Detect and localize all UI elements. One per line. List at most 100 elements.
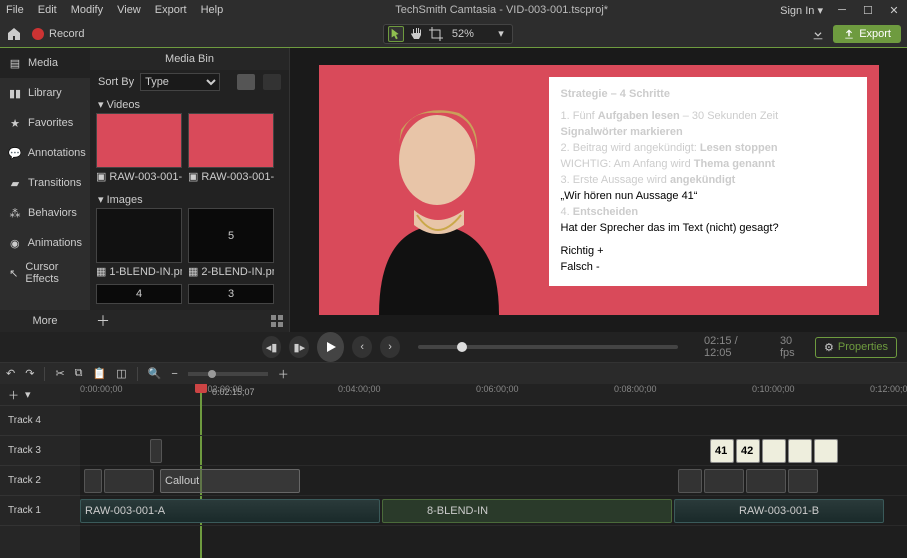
media-item[interactable]: 4 — [96, 284, 182, 304]
volume-slider[interactable] — [418, 345, 678, 349]
tab-media[interactable]: ▤Media — [0, 48, 90, 78]
timeline-clip[interactable] — [104, 469, 154, 493]
cut-icon[interactable]: ✂ — [55, 367, 64, 380]
minimize-icon[interactable]: ─ — [835, 3, 849, 17]
gear-icon: ⚙ — [824, 341, 834, 354]
timeline-clip[interactable] — [84, 469, 102, 493]
slide-card: Strategie – 4 Schritte 1. Fünf Aufgaben … — [549, 65, 879, 315]
menu-view[interactable]: View — [117, 4, 141, 16]
window-title: TechSmith Camtasia - VID-003-001.tscproj… — [395, 4, 608, 16]
view-list-icon[interactable] — [237, 74, 255, 90]
track-4[interactable] — [80, 406, 907, 436]
hand-tool-icon[interactable] — [408, 26, 424, 42]
timeline-clip[interactable] — [704, 469, 744, 493]
canvas-zoom[interactable]: 52%▾ — [448, 27, 508, 40]
media-bin-title: Media Bin — [90, 48, 289, 70]
selection-tool-icon[interactable] — [388, 26, 404, 42]
media-item[interactable]: ▦1-BLEND-IN.png — [96, 208, 182, 278]
library-icon: ▮▮ — [8, 86, 22, 100]
image-icon: ▦ — [188, 265, 198, 278]
download-icon[interactable] — [811, 27, 825, 41]
step-back-button[interactable]: ‹ — [352, 336, 372, 358]
timeline-clip[interactable]: RAW-003-001-A — [80, 499, 380, 523]
timeline-zoom-slider[interactable] — [188, 372, 268, 376]
step-fwd-button[interactable]: › — [380, 336, 400, 358]
side-tabs: ▤Media ▮▮Library ★Favorites 💬Annotations… — [0, 48, 90, 332]
timeline-clip[interactable] — [746, 469, 786, 493]
timeline-clip[interactable]: 42 — [736, 439, 760, 463]
tab-library[interactable]: ▮▮Library — [0, 78, 90, 108]
redo-icon[interactable]: ↷ — [25, 367, 34, 380]
menu-modify[interactable]: Modify — [71, 4, 103, 16]
track-3[interactable]: 41 42 — [80, 436, 907, 466]
track-label[interactable]: Track 3 — [0, 436, 80, 466]
menu-file[interactable]: File — [6, 4, 24, 16]
track-label[interactable]: Track 2 — [0, 466, 80, 496]
timeline-clip[interactable] — [788, 439, 812, 463]
track-label[interactable]: Track 1 — [0, 496, 80, 526]
tab-annotations[interactable]: 💬Annotations — [0, 138, 90, 168]
track-label[interactable]: Track 4 — [0, 406, 80, 436]
timeline-clip[interactable] — [678, 469, 702, 493]
main-area: ▤Media ▮▮Library ★Favorites 💬Annotations… — [0, 48, 907, 332]
next-frame-button[interactable]: ▮▸ — [289, 336, 309, 358]
timeline: ＋▾ Track 4 Track 3 Track 2 Track 1 0:00:… — [0, 384, 907, 558]
record-button[interactable]: Record — [32, 28, 84, 40]
menu-export[interactable]: Export — [155, 4, 187, 16]
maximize-icon[interactable]: ☐ — [861, 3, 875, 17]
copy-icon[interactable]: ⧉ — [75, 367, 83, 380]
view-grid-icon[interactable] — [263, 74, 281, 90]
cursor-icon: ↖ — [8, 266, 19, 280]
tab-cursor-effects[interactable]: ↖Cursor Effects — [0, 258, 90, 288]
fps-display: 30 fps — [780, 335, 807, 359]
menu-edit[interactable]: Edit — [38, 4, 57, 16]
play-button[interactable] — [317, 332, 344, 362]
undo-icon[interactable]: ↶ — [6, 367, 15, 380]
star-icon: ★ — [8, 116, 22, 130]
callout-clip[interactable]: Callout — [160, 469, 300, 493]
timeline-clip[interactable] — [150, 439, 162, 463]
record-label: Record — [49, 28, 84, 40]
tab-behaviors[interactable]: ⁂Behaviors — [0, 198, 90, 228]
tab-favorites[interactable]: ★Favorites — [0, 108, 90, 138]
tab-animations[interactable]: ◉Animations — [0, 228, 90, 258]
tabs-more[interactable]: More — [0, 310, 90, 332]
behaviors-icon: ⁂ — [8, 206, 22, 220]
tab-transitions[interactable]: ▰Transitions — [0, 168, 90, 198]
media-item[interactable]: ▣RAW-003-001-A.M... — [96, 113, 182, 183]
timeline-clip[interactable]: 8-BLEND-IN — [382, 499, 672, 523]
section-videos[interactable]: ▾ Videos — [90, 94, 289, 113]
timeline-clip[interactable] — [814, 439, 838, 463]
add-media-button[interactable]: ＋ — [96, 311, 110, 331]
timeline-clip[interactable]: RAW-003-001-B — [674, 499, 884, 523]
annotations-icon: 💬 — [8, 146, 22, 160]
paste-icon[interactable]: 📋 — [93, 367, 107, 380]
close-icon[interactable]: ✕ — [887, 3, 901, 17]
signin-menu[interactable]: Sign In ▾ — [780, 4, 823, 17]
properties-button[interactable]: ⚙Properties — [815, 337, 897, 358]
media-item[interactable]: 5▦2-BLEND-IN.png — [188, 208, 274, 278]
split-icon[interactable]: ◫ — [116, 367, 126, 380]
export-button[interactable]: Export — [833, 25, 901, 43]
timeline-clip[interactable] — [788, 469, 818, 493]
thumbnail-size-icon[interactable] — [271, 315, 283, 327]
canvas[interactable]: Strategie – 4 Schritte 1. Fünf Aufgaben … — [290, 48, 907, 332]
menu-help[interactable]: Help — [201, 4, 224, 16]
time-ruler[interactable]: 0:00:00;00 0:02:00;00 0:04:00;00 0:06:00… — [80, 384, 907, 406]
track-2[interactable]: Callout — [80, 466, 907, 496]
section-images[interactable]: ▾ Images — [90, 189, 289, 208]
transitions-icon: ▰ — [8, 176, 22, 190]
media-item[interactable]: 3 — [188, 284, 274, 304]
video-icon: ▣ — [188, 170, 198, 183]
prev-frame-button[interactable]: ◂▮ — [262, 336, 282, 358]
sort-type-select[interactable]: Type — [140, 73, 220, 91]
timeline-clip[interactable]: 41 — [710, 439, 734, 463]
track-1[interactable]: RAW-003-001-A 8-BLEND-IN RAW-003-001-B — [80, 496, 907, 526]
media-item[interactable]: ▣RAW-003-001-B.M... — [188, 113, 274, 183]
timeline-clip[interactable] — [762, 439, 786, 463]
home-icon[interactable] — [6, 26, 22, 42]
crop-tool-icon[interactable] — [428, 26, 444, 42]
media-bin: Media Bin Sort By Type ▾ Videos ▣RAW-003… — [90, 48, 290, 332]
add-track-button[interactable]: ＋▾ — [0, 384, 80, 406]
zoom-icon[interactable]: 🔍 — [148, 367, 162, 380]
